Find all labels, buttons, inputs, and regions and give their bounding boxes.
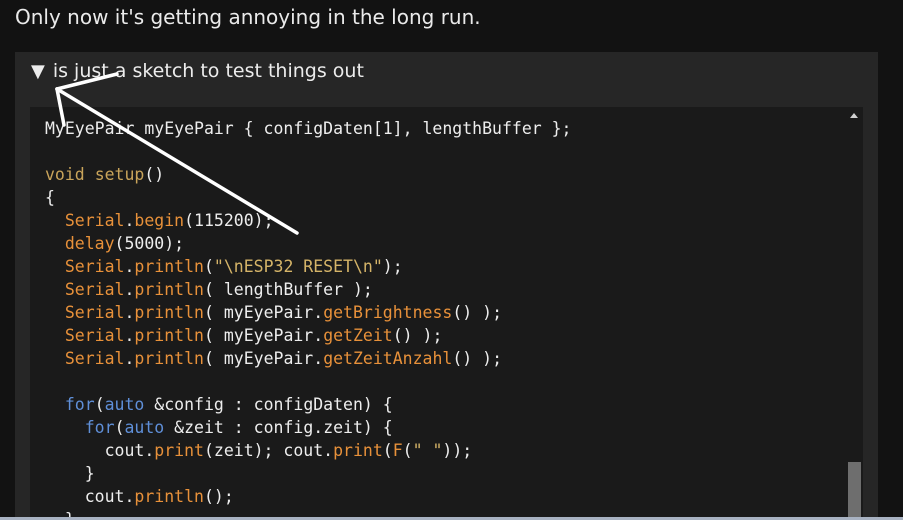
code-scrollbar[interactable]: [846, 107, 863, 520]
code-token: (: [402, 441, 413, 460]
details-summary-toggle[interactable]: ▼ is just a sketch to test things out: [31, 60, 364, 82]
code-token: print: [154, 441, 204, 460]
code-token: (115200);: [184, 211, 274, 230]
code-token: setup: [94, 165, 145, 184]
code-token: () );: [452, 349, 502, 368]
code-token: (: [94, 395, 105, 414]
code-token: print: [333, 441, 383, 460]
code-token: getZeitAnzahl: [323, 349, 453, 368]
code-token: println: [134, 326, 204, 345]
code-token: " ": [412, 441, 443, 460]
code-token: MyEyePair myEyePair { configDaten[1], le…: [45, 119, 572, 138]
code-line: for(auto &config : configDaten) {: [45, 393, 572, 416]
code-token: Serial: [64, 303, 125, 322]
code-token: getBrightness: [323, 303, 453, 322]
code-line: cout.println();: [45, 485, 572, 508]
code-token: void: [45, 165, 85, 184]
scrollbar-thumb[interactable]: [848, 462, 861, 520]
code-line: cout.print(zeit); cout.print(F(" "));: [45, 439, 572, 462]
code-token: () );: [452, 303, 502, 322]
code-token: auto: [104, 395, 145, 414]
code-token: cout.: [45, 441, 155, 460]
code-token: Serial: [64, 211, 125, 230]
code-token: println: [134, 487, 204, 506]
code-line: MyEyePair myEyePair { configDaten[1], le…: [45, 117, 572, 140]
code-token: ( myEyePair.: [203, 303, 324, 322]
code-line: {: [45, 186, 572, 209]
code-token: "\nESP32 RESET\n": [213, 257, 383, 276]
code-token: .: [124, 211, 135, 230]
code-line: }: [45, 462, 572, 485]
code-token: F: [392, 441, 403, 460]
code-token: getZeit: [323, 326, 393, 345]
code-token: .: [124, 326, 135, 345]
code-token: Serial: [64, 349, 125, 368]
code-token: println: [134, 257, 204, 276]
code-token: Serial: [64, 257, 125, 276]
code-token: (: [203, 257, 214, 276]
code-token: .: [124, 257, 135, 276]
triangle-down-icon: ▼: [31, 61, 45, 82]
code-token: Serial: [64, 326, 125, 345]
code-block: MyEyePair myEyePair { configDaten[1], le…: [30, 107, 863, 520]
code-token: begin: [134, 211, 185, 230]
code-token: }: [45, 464, 95, 483]
code-line: for(auto &zeit : config.zeit) {: [45, 416, 572, 439]
code-token: .: [124, 349, 135, 368]
code-line: Serial.println( myEyePair.getZeit() );: [45, 324, 572, 347]
code-content: MyEyePair myEyePair { configDaten[1], le…: [45, 117, 572, 520]
code-token: (: [114, 418, 125, 437]
code-token: (): [144, 165, 165, 184]
code-token: &config : configDaten) {: [144, 395, 393, 414]
code-token: ();: [203, 487, 234, 506]
code-line: Serial.println("\nESP32 RESET\n");: [45, 255, 572, 278]
code-token: println: [134, 349, 204, 368]
details-summary-label: is just a sketch to test things out: [52, 60, 364, 82]
code-token: &zeit : config.zeit) {: [164, 418, 393, 437]
code-token: );: [382, 257, 403, 276]
code-line: Serial.println( lengthBuffer );: [45, 278, 572, 301]
code-token: {: [45, 188, 55, 207]
code-token: Serial: [64, 280, 125, 299]
code-token: delay: [64, 234, 115, 253]
code-line: void setup(): [45, 163, 572, 186]
code-token: (zeit); cout.: [203, 441, 334, 460]
code-line: Serial.println( myEyePair.getZeitAnzahl(…: [45, 347, 572, 370]
code-token: println: [134, 303, 204, 322]
code-token: .: [124, 303, 135, 322]
code-token: ( myEyePair.: [203, 326, 324, 345]
code-token: ( myEyePair.: [203, 349, 324, 368]
code-token: (: [382, 441, 393, 460]
code-token: println: [134, 280, 204, 299]
code-token: (5000);: [114, 234, 185, 253]
code-token: ));: [442, 441, 473, 460]
code-line: Serial.begin(115200);: [45, 209, 572, 232]
code-token: for: [84, 418, 115, 437]
code-line: Serial.println( myEyePair.getBrightness(…: [45, 301, 572, 324]
scroll-up-icon[interactable]: [850, 113, 858, 118]
code-token: auto: [124, 418, 165, 437]
intro-paragraph: Only now it's getting annoying in the lo…: [15, 5, 481, 29]
code-token: .: [124, 280, 135, 299]
code-line: delay(5000);: [45, 232, 572, 255]
details-block: ▼ is just a sketch to test things out MyE…: [15, 52, 878, 520]
code-token: () );: [392, 326, 443, 345]
code-token: cout.: [45, 487, 135, 506]
code-token: for: [64, 395, 95, 414]
code-token: ( lengthBuffer );: [203, 280, 373, 299]
